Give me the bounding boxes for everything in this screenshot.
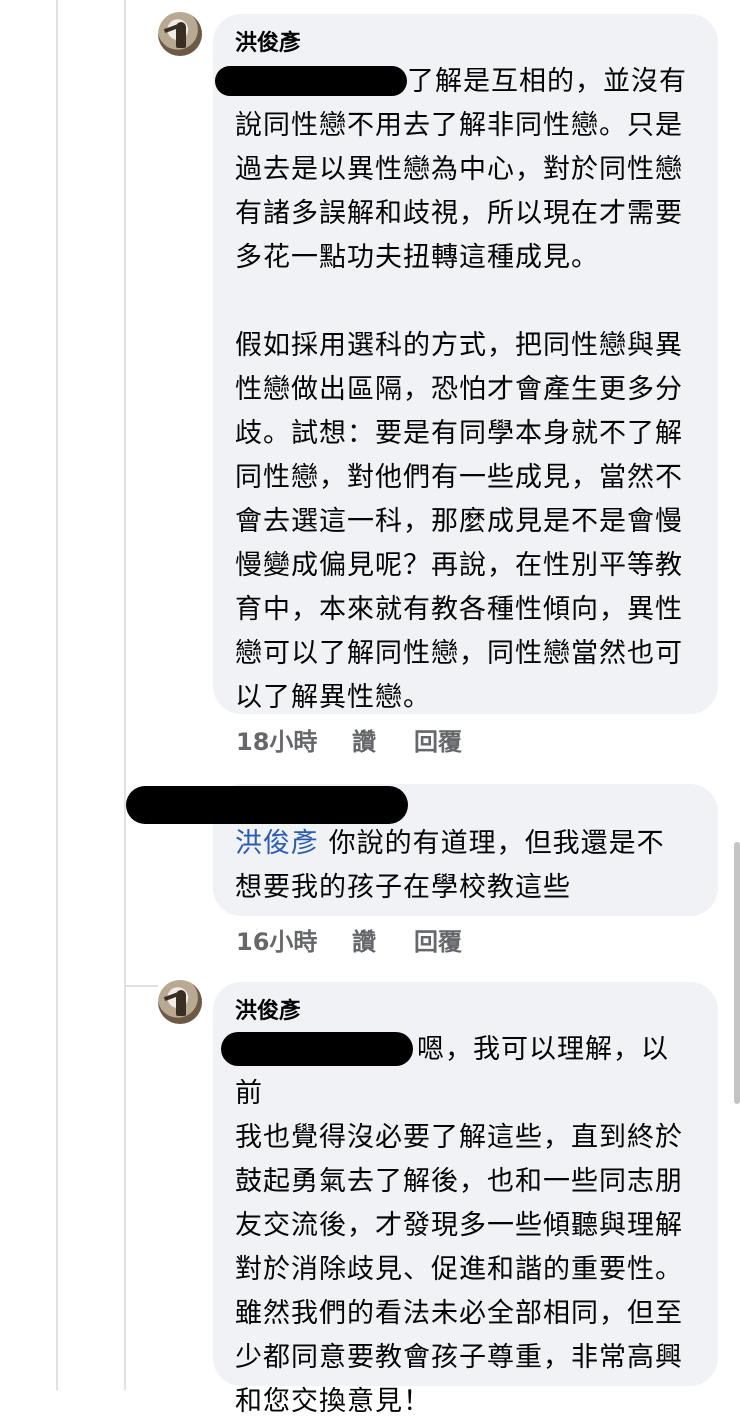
comment-timestamp[interactable]: 18小時: [236, 727, 352, 757]
comment-author[interactable]: 洪俊彥: [235, 28, 696, 60]
thread-line-connector: [124, 985, 158, 987]
redacted-name: [221, 1031, 413, 1066]
comment-text: 嗯，我可以理解，以前 我也覺得沒必要了解這些，直到終於 鼓起勇氣去了解後，也和一…: [221, 1028, 696, 1424]
avatar[interactable]: [158, 980, 202, 1024]
comment-actions: 18小時 讚 回覆: [236, 727, 462, 757]
thread-line-outer: [56, 0, 58, 1390]
avatar[interactable]: [158, 12, 202, 56]
like-button[interactable]: 讚: [352, 727, 414, 757]
reply-button[interactable]: 回覆: [414, 727, 462, 757]
scrollbar[interactable]: [734, 842, 740, 1104]
comment-author[interactable]: 洪俊彥: [235, 996, 696, 1028]
like-button[interactable]: 讚: [352, 927, 414, 957]
redacted-avatar-name: [126, 786, 408, 824]
comment-text: 洪俊彥 你說的有道理，但我還是不 想要我的孩子在學校教這些: [235, 828, 665, 903]
reply-button[interactable]: 回覆: [414, 927, 462, 957]
comment-bubble-1: 洪俊彥 了解是互相的，並沒有 說同性戀不用去了解非同性戀。只是 過去是以異性戀為…: [213, 14, 718, 714]
comment-timestamp[interactable]: 16小時: [236, 927, 352, 957]
mention-link[interactable]: 洪俊彥: [235, 828, 319, 859]
comment-bubble-3: 洪俊彥 嗯，我可以理解，以前 我也覺得沒必要了解這些，直到終於 鼓起勇氣去了解後…: [213, 982, 718, 1417]
redacted-name: [215, 65, 407, 96]
comment-actions: 16小時 讚 回覆: [236, 927, 462, 957]
comment-text: 了解是互相的，並沒有 說同性戀不用去了解非同性戀。只是 過去是以異性戀為中心，對…: [215, 60, 696, 720]
thread-line-inner: [124, 0, 126, 1390]
